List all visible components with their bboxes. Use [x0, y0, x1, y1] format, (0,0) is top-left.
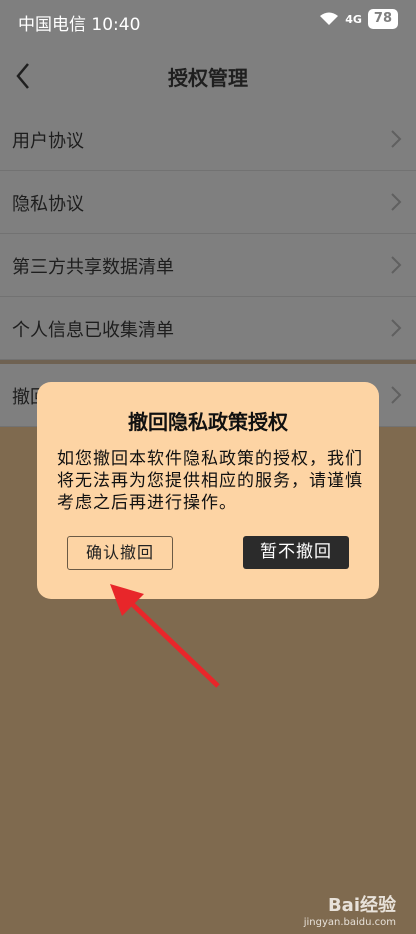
chevron-right-icon	[391, 256, 402, 274]
carrier-time: 中国电信 10:40	[18, 15, 141, 35]
watermark-brand: Bai经验	[327, 895, 396, 916]
chevron-right-icon	[391, 193, 402, 211]
confirm-revoke-button[interactable]: 确认撤回	[67, 536, 173, 570]
wifi-icon	[320, 12, 339, 25]
network-label: 4G	[345, 12, 362, 26]
page-title: 授权管理	[168, 66, 248, 90]
chevron-right-icon	[391, 130, 402, 148]
baidu-watermark: Bai经验 jingyan.baidu.com	[304, 891, 396, 928]
list-item-user-agreement[interactable]: 用户协议	[0, 108, 416, 171]
list-item-label: 个人信息已收集清单	[12, 320, 174, 341]
watermark-url: jingyan.baidu.com	[303, 917, 396, 928]
status-bar: 中国电信 10:40 4G 78	[0, 0, 416, 42]
app-header: 授权管理	[0, 42, 416, 108]
list-item-collected-info[interactable]: 个人信息已收集清单	[0, 297, 416, 360]
status-icons: 4G 78	[319, 9, 398, 29]
dialog-title: 撤回隐私政策授权	[128, 410, 288, 434]
dialog-message: 如您撤回本软件隐私政策的授权，我们将无法再为您提供相应的服务，请谨慎考虑之后再进…	[57, 449, 363, 513]
battery-indicator: 78	[367, 9, 398, 29]
revoke-dialog: 撤回隐私政策授权 如您撤回本软件隐私政策的授权，我们将无法再为您提供相应的服务，…	[37, 382, 379, 599]
list-item-label: 隐私协议	[12, 194, 84, 215]
list-item-privacy-agreement[interactable]: 隐私协议	[0, 171, 416, 234]
chevron-right-icon	[391, 386, 402, 404]
red-arrow-annotation	[110, 584, 220, 688]
list-item-label: 第三方共享数据清单	[12, 257, 174, 278]
list-item-third-party-data[interactable]: 第三方共享数据清单	[0, 234, 416, 297]
list-item-label: 用户协议	[12, 131, 84, 152]
cancel-revoke-button[interactable]: 暂不撤回	[243, 536, 349, 569]
chevron-right-icon	[391, 319, 402, 337]
settings-list: 用户协议 隐私协议 第三方共享数据清单 个人信息已收集清单 撤回	[0, 108, 416, 427]
